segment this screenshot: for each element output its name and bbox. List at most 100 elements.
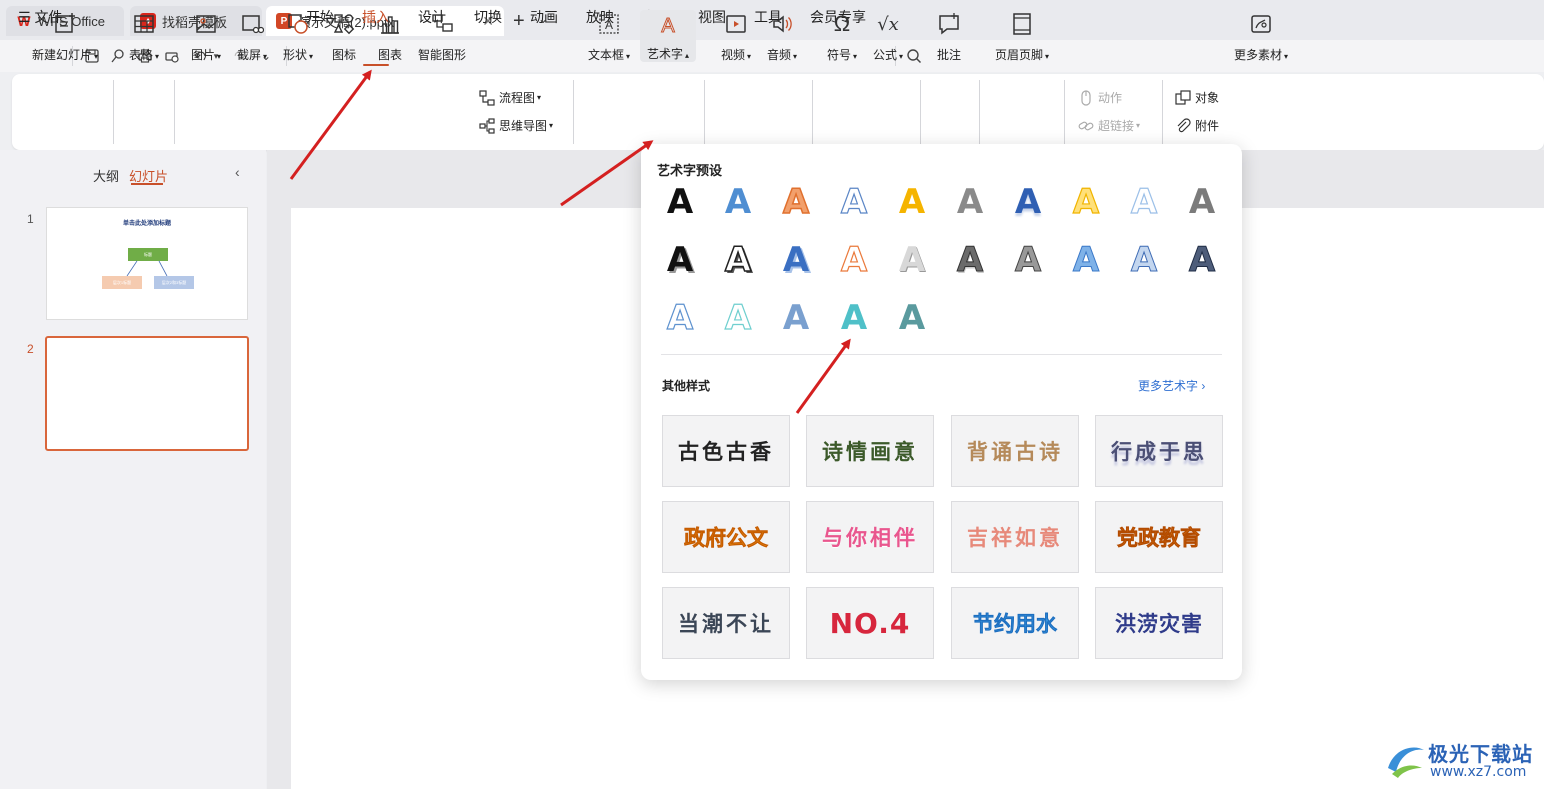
- smartart-button[interactable]: 智能图形: [414, 10, 470, 63]
- svg-text:A: A: [661, 15, 675, 36]
- slide-thumbnail-2[interactable]: [45, 336, 249, 451]
- wordart-style-4[interactable]: 行成于思: [1095, 415, 1223, 487]
- menu-animation[interactable]: 动画: [530, 7, 558, 27]
- wordart-preset-25[interactable]: A: [892, 298, 932, 338]
- wordart-preset-17[interactable]: A: [1008, 240, 1048, 280]
- divider: [573, 80, 574, 144]
- wordart-preset-2[interactable]: A: [718, 182, 758, 222]
- active-tab-underline: [131, 183, 163, 185]
- screenshot-button[interactable]: 截屏 ▾: [232, 10, 272, 63]
- textbox-button[interactable]: A 文本框 ▾: [584, 10, 634, 63]
- action-button[interactable]: 动作: [1078, 89, 1122, 106]
- attachment-button[interactable]: 附件: [1175, 117, 1219, 134]
- slide-number: 1: [27, 212, 34, 226]
- wordart-presets-title: 艺术字预设: [657, 163, 723, 178]
- shape-button[interactable]: 形状 ▾: [278, 10, 318, 63]
- wordart-style-11[interactable]: 节约用水: [951, 587, 1079, 659]
- other-styles-title: 其他样式: [662, 379, 711, 393]
- wordart-preset-3[interactable]: A: [776, 182, 816, 222]
- new-slide-icon: [51, 10, 79, 38]
- table-button[interactable]: 表格 ▾: [124, 10, 164, 63]
- wordart-preset-20[interactable]: A: [1182, 240, 1222, 280]
- icons-button[interactable]: 图标: [326, 10, 362, 63]
- slide-thumbnail-1[interactable]: 单击此处添加标题 标题 层次1标题 层次2和3标题: [46, 207, 248, 320]
- flowchart-button[interactable]: 流程图 ▾: [479, 89, 541, 106]
- wordart-preset-18[interactable]: A: [1066, 240, 1106, 280]
- divider: [113, 80, 114, 144]
- chart-button[interactable]: 图表: [372, 10, 408, 63]
- new-slide-button[interactable]: 新建幻灯片 ▾: [28, 10, 102, 63]
- wordart-preset-19[interactable]: A: [1124, 240, 1164, 280]
- omega-icon: Ω: [833, 11, 851, 36]
- tab-outline[interactable]: 大纲: [93, 166, 119, 185]
- chevron-left-icon[interactable]: ‹: [235, 164, 240, 180]
- wordart-preset-24[interactable]: A: [834, 298, 874, 338]
- shape-label: 形状: [282, 48, 307, 62]
- wordart-preset-14[interactable]: A: [834, 240, 874, 280]
- audio-button[interactable]: 音频 ▾: [762, 10, 802, 63]
- object-label: 对象: [1195, 91, 1220, 105]
- ribbon: [12, 74, 1544, 150]
- wordart-preset-16[interactable]: A: [950, 240, 990, 280]
- comment-button[interactable]: 批注: [932, 10, 966, 63]
- search-icon[interactable]: [906, 48, 922, 64]
- chevron-right-icon: ›: [1201, 379, 1206, 393]
- wordart-preset-22[interactable]: A: [718, 298, 758, 338]
- divider: [1064, 80, 1065, 144]
- comment-icon: [935, 10, 963, 38]
- chart-label: 图表: [377, 48, 402, 62]
- wordart-preset-15[interactable]: A: [892, 240, 932, 280]
- action-label: 动作: [1098, 91, 1123, 105]
- formula-button[interactable]: √x 公式 ▾: [868, 10, 908, 63]
- wordart-preset-23[interactable]: A: [776, 298, 816, 338]
- mindmap-button[interactable]: 思维导图 ▾: [479, 117, 553, 134]
- video-button[interactable]: 视频 ▾: [716, 10, 756, 63]
- mouse-icon: [1078, 89, 1094, 106]
- wordart-preset-13[interactable]: A: [776, 240, 816, 280]
- more-material-button[interactable]: 更多素材 ▾: [1230, 10, 1292, 63]
- wordart-preset-11[interactable]: A: [660, 240, 700, 280]
- wordart-style-7[interactable]: 吉祥如意: [951, 501, 1079, 573]
- picture-label: 图片: [190, 48, 215, 62]
- wordart-preset-9[interactable]: A: [1124, 182, 1164, 222]
- header-footer-button[interactable]: 页眉页脚 ▾: [990, 10, 1054, 63]
- wordart-preset-6[interactable]: A: [950, 182, 990, 222]
- object-button[interactable]: 对象: [1175, 89, 1219, 106]
- wordart-style-5[interactable]: 政府公文: [662, 501, 790, 573]
- screenshot-icon: [238, 10, 266, 38]
- more-wordart-link[interactable]: 更多艺术字 ›: [1138, 377, 1205, 394]
- wordart-style-10[interactable]: NO.4: [806, 587, 934, 659]
- video-icon: [722, 10, 750, 38]
- new-tab-icon[interactable]: +: [513, 10, 525, 33]
- picture-icon: [192, 10, 220, 38]
- wordart-style-6[interactable]: 与你相伴: [806, 501, 934, 573]
- wordart-icon: A: [654, 10, 682, 37]
- menu-transition[interactable]: 切换: [474, 7, 502, 27]
- divider: [704, 80, 705, 144]
- picture-button[interactable]: 图片 ▾: [186, 10, 226, 63]
- wordart-style-2[interactable]: 诗情画意: [806, 415, 934, 487]
- wordart-preset-8[interactable]: A: [1066, 182, 1106, 222]
- print-preview-icon[interactable]: [164, 48, 180, 64]
- wordart-preset-7[interactable]: A: [1008, 182, 1048, 222]
- wordart-preset-21[interactable]: A: [660, 298, 700, 338]
- hyperlink-button[interactable]: 超链接 ▾: [1078, 117, 1140, 134]
- wordart-style-12[interactable]: 洪涝灾害: [1095, 587, 1223, 659]
- wordart-preset-4[interactable]: A: [834, 182, 874, 222]
- wordart-preset-12[interactable]: A: [718, 240, 758, 280]
- symbol-button[interactable]: Ω 符号 ▾: [822, 10, 862, 63]
- wordart-style-1[interactable]: 古色古香: [662, 415, 790, 487]
- wordart-style-9[interactable]: 当潮不让: [662, 587, 790, 659]
- wordart-preset-5[interactable]: A: [892, 182, 932, 222]
- audio-label: 音频: [766, 48, 791, 62]
- wordart-preset-10[interactable]: A: [1182, 182, 1222, 222]
- wordart-preset-1[interactable]: A: [660, 182, 700, 222]
- wordart-style-8[interactable]: 党政教育: [1095, 501, 1223, 573]
- wordart-button[interactable]: A 艺术字 ▴: [640, 10, 696, 62]
- wordart-dropdown: 艺术字预设 A A A A A A A A A A A A A A A A A …: [641, 144, 1242, 680]
- attachment-label: 附件: [1195, 119, 1220, 133]
- header-footer-label: 页眉页脚: [994, 48, 1043, 62]
- wordart-style-3[interactable]: 背诵古诗: [951, 415, 1079, 487]
- wordart-label: 艺术字: [646, 47, 683, 61]
- formula-label: 公式: [872, 48, 897, 62]
